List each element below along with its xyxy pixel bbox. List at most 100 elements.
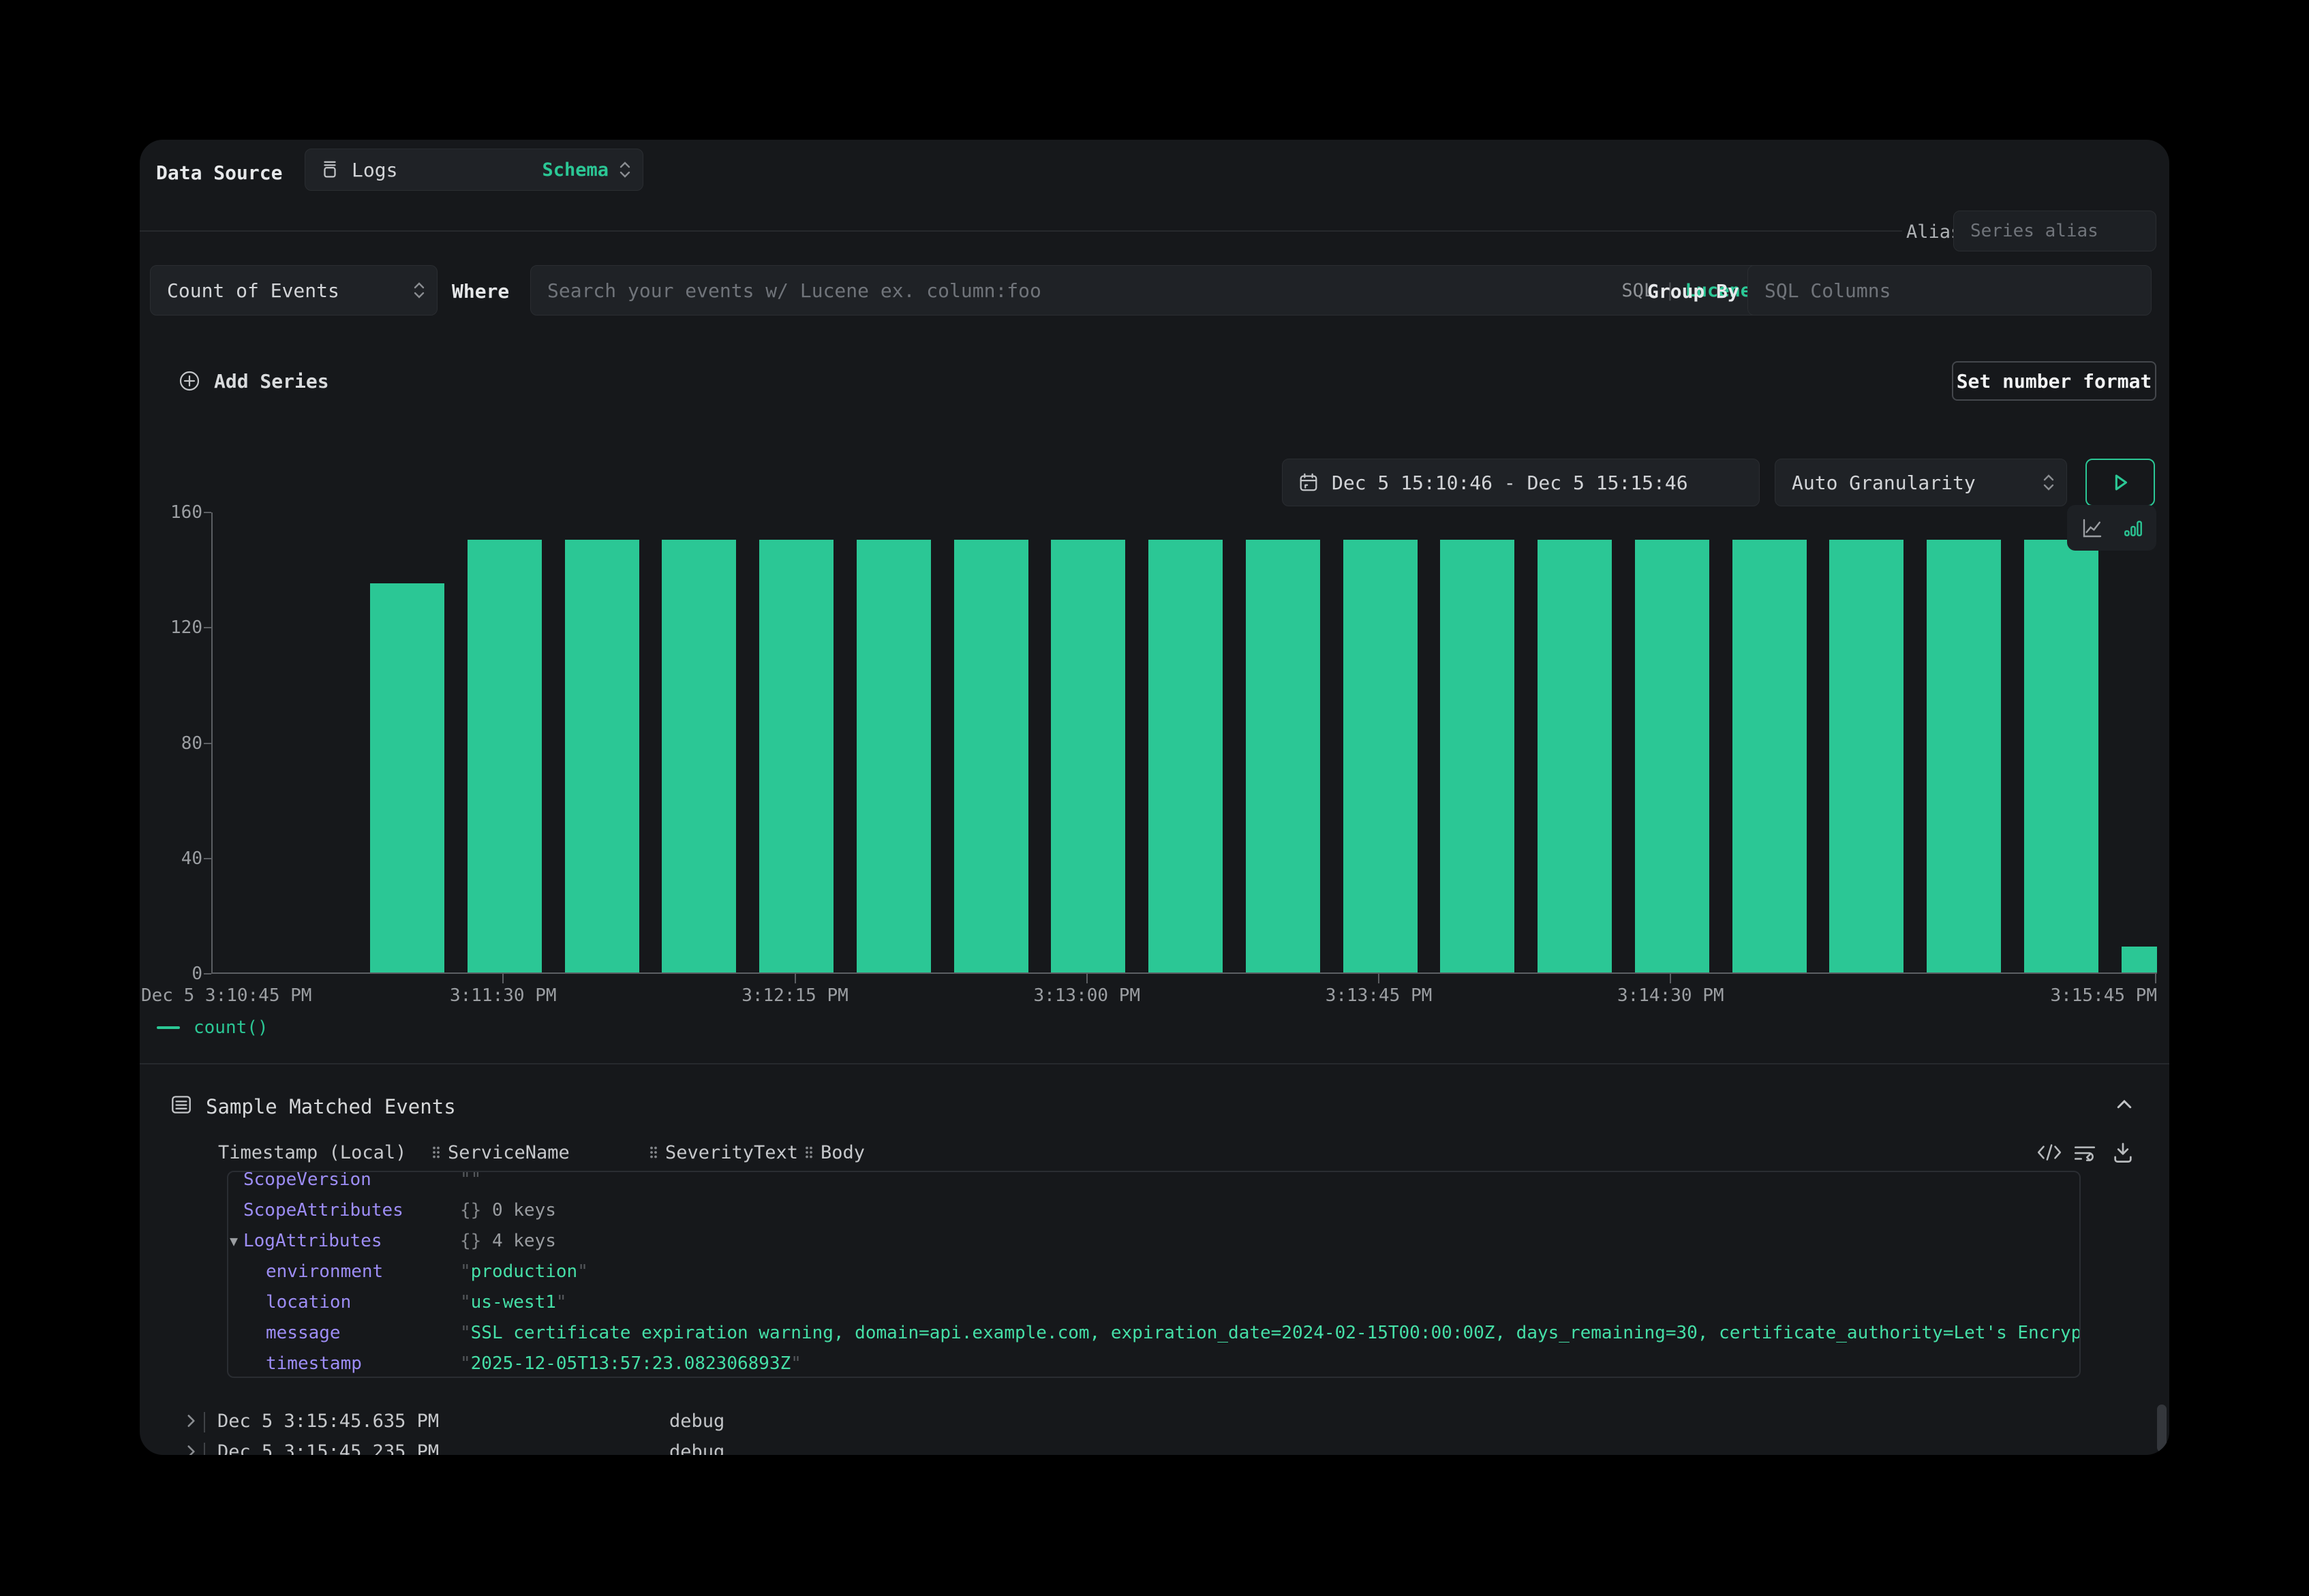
chart-bar[interactable] xyxy=(565,540,639,972)
chart-bar[interactable] xyxy=(1246,540,1320,972)
chart-bar[interactable] xyxy=(857,540,931,972)
plus-circle-icon xyxy=(177,369,202,393)
quote-mark: " xyxy=(460,1353,471,1374)
column-header-servicename[interactable]: ServiceName xyxy=(431,1140,570,1165)
chart-bar[interactable] xyxy=(1343,540,1418,972)
section-divider xyxy=(140,1063,2169,1064)
chevron-updown-icon xyxy=(2042,472,2055,493)
x-axis-label: 3:15:45 PM xyxy=(2050,985,2157,1007)
wrap-text-button[interactable] xyxy=(2070,1140,2100,1165)
download-icon xyxy=(2111,1141,2135,1164)
page: { "colors": { "accent": "#2bc795", "valu… xyxy=(0,0,2309,1596)
chart-bar[interactable] xyxy=(468,540,542,972)
braces-icon: {} xyxy=(460,1231,492,1251)
attribute-meta: 4 keys xyxy=(492,1231,556,1251)
attribute-row[interactable]: location"us-west1" xyxy=(228,1287,2079,1317)
drag-handle-icon[interactable] xyxy=(804,1145,814,1160)
chart-bar[interactable] xyxy=(370,583,444,972)
chart-bar[interactable] xyxy=(1732,540,1807,972)
quote-mark: " xyxy=(460,1292,471,1313)
x-axis-tick xyxy=(1086,974,1088,983)
alias-input[interactable] xyxy=(1954,211,2156,251)
data-source-select[interactable]: Logs Schema xyxy=(305,149,643,191)
chart-bar[interactable] xyxy=(1635,540,1709,972)
attribute-row[interactable]: timestamp "2025-12-05T13:57:23.082306893Z… xyxy=(228,1348,2079,1378)
vertical-scrollbar-thumb[interactable] xyxy=(2157,1405,2167,1452)
attribute-value: "2025-12-05T13:57:23.082306893Z" xyxy=(460,1353,2079,1374)
aggregation-select[interactable]: Count of Events xyxy=(150,265,438,316)
attribute-row[interactable]: ScopeAttributes{} 0 keys xyxy=(228,1195,2079,1225)
attribute-row[interactable]: message"SSL certificate expiration warni… xyxy=(228,1317,2079,1348)
time-range-picker[interactable]: Dec 5 15:10:46 - Dec 5 15:15:46 xyxy=(1282,459,1760,506)
chart-bar[interactable] xyxy=(2122,947,2158,972)
attribute-key: timestamp xyxy=(266,1353,362,1374)
x-axis-tick xyxy=(2155,974,2156,983)
y-axis-tick xyxy=(204,627,211,628)
attribute-key: ScopeAttributes xyxy=(243,1200,403,1221)
x-axis-tick xyxy=(795,974,796,983)
code-view-button[interactable] xyxy=(2034,1140,2064,1165)
granularity-select[interactable]: Auto Granularity xyxy=(1775,459,2067,506)
chart-bar[interactable] xyxy=(1829,540,1903,972)
chart-bar[interactable] xyxy=(1538,540,1612,972)
chart-bar[interactable] xyxy=(759,540,834,972)
chart-bar[interactable] xyxy=(662,540,736,972)
quote-mark: " xyxy=(471,1171,482,1190)
chart-bar[interactable] xyxy=(1148,540,1223,972)
alias-field xyxy=(1953,211,2156,251)
y-axis-label: 80 xyxy=(140,733,202,754)
where-label: Where xyxy=(452,280,509,303)
braces-icon: {} xyxy=(460,1200,492,1221)
search-input[interactable] xyxy=(531,266,1621,315)
database-icon xyxy=(319,159,341,181)
x-axis-label: 3:12:15 PM xyxy=(741,985,848,1007)
y-axis-label: 160 xyxy=(140,502,202,523)
chart-bar[interactable] xyxy=(1927,540,2001,972)
x-axis-label: Dec 5 3:10:45 PM xyxy=(141,985,311,1007)
group-by-input[interactable] xyxy=(1748,266,2151,315)
attribute-value: "production" xyxy=(460,1261,2079,1282)
x-axis-label: 3:14:30 PM xyxy=(1617,985,1724,1007)
attribute-string-value: 2025-12-05T13:57:23.082306893Z xyxy=(471,1353,791,1374)
attribute-row[interactable]: environment"production" xyxy=(228,1256,2079,1287)
column-header-timestamp-local-[interactable]: Timestamp (Local) xyxy=(218,1140,406,1165)
legend-item[interactable]: count() xyxy=(157,1017,269,1038)
attribute-value: "" xyxy=(460,1171,2079,1190)
chart-bar[interactable] xyxy=(2024,540,2098,972)
attribute-row[interactable]: ▼ LogAttributes {} 4 keys xyxy=(228,1225,2079,1256)
granularity-value: Auto Granularity xyxy=(1792,472,1976,494)
add-series-label: Add Series xyxy=(214,370,329,393)
drag-handle-icon[interactable] xyxy=(431,1145,441,1160)
attribute-key: LogAttributes xyxy=(243,1231,382,1251)
code-icon xyxy=(2036,1141,2062,1163)
event-row[interactable]: Dec 5 3:15:45.635 PMdebug xyxy=(140,1407,2169,1437)
y-axis-tick xyxy=(204,743,211,744)
column-header-label: Timestamp (Local) xyxy=(218,1142,406,1163)
quote-mark: " xyxy=(556,1292,567,1313)
event-row[interactable]: Dec 5 3:15:45.235 PMdebug xyxy=(140,1437,2169,1455)
chart-bar[interactable] xyxy=(1440,540,1514,972)
attribute-string-value: SSL certificate expiration warning, doma… xyxy=(471,1323,2079,1343)
line-chart-icon[interactable] xyxy=(2080,516,2105,540)
run-query-button[interactable] xyxy=(2085,459,2155,506)
schema-label[interactable]: Schema xyxy=(542,159,609,181)
download-button[interactable] xyxy=(2108,1140,2138,1165)
event-timestamp: Dec 5 3:15:45.635 PM xyxy=(217,1411,439,1432)
set-number-format-label: Set number format xyxy=(1957,370,2152,393)
collapse-section-button[interactable] xyxy=(2109,1092,2139,1117)
data-source-label: Data Source xyxy=(156,162,282,184)
search-field: SQL | Lucene xyxy=(530,265,1770,316)
column-header-body[interactable]: Body xyxy=(804,1140,865,1165)
triangle-down-icon[interactable]: ▼ xyxy=(230,1233,238,1249)
drag-handle-icon[interactable] xyxy=(649,1145,658,1160)
attribute-row[interactable]: ScopeVersion"" xyxy=(228,1171,2079,1195)
chart-bar[interactable] xyxy=(954,540,1028,972)
set-number-format-button[interactable]: Set number format xyxy=(1952,361,2156,401)
add-series-button[interactable]: Add Series xyxy=(177,369,329,393)
bar-chart-icon[interactable] xyxy=(2122,517,2144,539)
chart-bar[interactable] xyxy=(1051,540,1125,972)
chevron-right-icon[interactable] xyxy=(182,1443,200,1455)
chevron-right-icon[interactable] xyxy=(182,1412,200,1434)
column-header-severitytext[interactable]: SeverityText xyxy=(649,1140,798,1165)
query-builder-card: Data Source Logs Schema Alias Count of E… xyxy=(140,140,2169,1455)
